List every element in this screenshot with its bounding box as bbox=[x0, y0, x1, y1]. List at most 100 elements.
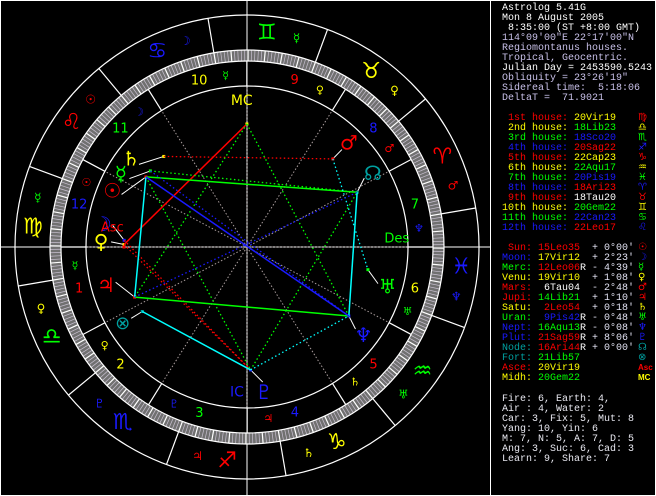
info-panel: Astrolog 5.41G Mon 8 August 2005 8:35:00 … bbox=[502, 0, 656, 496]
sign-ruler-icon: ☿ bbox=[293, 31, 300, 45]
mc-glyph-icon: MC bbox=[638, 373, 651, 382]
house-cusp-line bbox=[388, 158, 412, 172]
house-number: 10 bbox=[191, 73, 208, 88]
house-ruler-icon: ♃ bbox=[263, 412, 273, 425]
aspect-line-sextile bbox=[250, 315, 350, 371]
astrolog-window: ♈ ♂ ♉ ♀ ♊ ☿ ♋ ☽ ♌ ☉ ♍ ☿ ♎ ♀ ♏ ♇ ♐ ♃ ♑ ♄ ♒ ♅ ♓ ♆ 1 ☿ 2 ♀ 3 ♇ 4 ♃ 5 ♄ 6 ♅ 7 ♆ 8 ♂… bbox=[0, 0, 656, 496]
sign-ruler-icon: ☉ bbox=[85, 93, 96, 107]
house-row: 12th house: 22Leo17 ♌ bbox=[502, 223, 656, 234]
house-cusp-guide bbox=[161, 246, 248, 384]
house-number: 11 bbox=[112, 122, 129, 137]
retrograde-marker: R bbox=[580, 263, 587, 274]
house-ruler-icon: ♆ bbox=[414, 222, 424, 235]
house-ruler-icon: ☿ bbox=[72, 259, 79, 272]
sign-ruler-icon: ♇ bbox=[94, 396, 105, 410]
sign-ruler-icon: ♀ bbox=[37, 302, 46, 316]
aspect-line-sextile bbox=[133, 176, 147, 298]
ascendant-label: Asc bbox=[101, 221, 124, 236]
planet-connector bbox=[115, 281, 135, 298]
house-number: 3 bbox=[195, 406, 203, 421]
sign-ruler-icon: ♂ bbox=[448, 178, 459, 192]
imum-coeli-label: IC bbox=[230, 385, 244, 401]
aspect-line-square bbox=[123, 123, 248, 246]
house-ruler-icon: ☿ bbox=[222, 69, 229, 82]
sign-boundary bbox=[29, 165, 63, 180]
house-cusp-guide bbox=[104, 246, 248, 324]
aspect-line-sextile bbox=[332, 158, 369, 270]
sign-vir-icon: ♍ bbox=[23, 215, 43, 240]
sign-lib-icon: ♎ bbox=[42, 324, 62, 349]
sign-gem-icon: ♊ bbox=[257, 20, 277, 45]
asc-point bbox=[122, 245, 126, 249]
sign-ruler-icon: ☿ bbox=[34, 190, 41, 204]
house-cusp-line bbox=[331, 88, 347, 111]
house-cusp-value: 22Leo17 bbox=[574, 223, 617, 234]
fortune-icon: ⊗ bbox=[115, 313, 130, 334]
sign-boundary bbox=[165, 431, 180, 465]
house-ruler-icon: ♄ bbox=[350, 376, 360, 389]
uranus-icon: ♅ bbox=[379, 274, 397, 298]
sign-tau-icon: ♉ bbox=[361, 59, 381, 84]
aspect-line-trine bbox=[250, 191, 358, 371]
sign-pis-icon: ♓ bbox=[451, 254, 471, 279]
planet-label: Midh: bbox=[502, 373, 533, 384]
jupiter-icon: ♃ bbox=[97, 273, 115, 297]
sign-sco-icon: ♏ bbox=[113, 410, 133, 435]
house-cusp-line bbox=[147, 89, 163, 111]
sign-boundary bbox=[314, 29, 329, 63]
house-label: 12th house: bbox=[501, 223, 568, 234]
sign-ruler-icon: ♅ bbox=[398, 387, 409, 401]
house-cusp-line bbox=[331, 383, 347, 405]
retrograde-marker: R bbox=[580, 343, 587, 354]
panel-divider bbox=[490, 0, 491, 496]
pluto-icon: ♇ bbox=[255, 380, 273, 404]
sign-boundary bbox=[372, 398, 396, 426]
sign-ruler-icon: ♀ bbox=[390, 84, 399, 98]
sign-sag-icon: ♐ bbox=[217, 449, 237, 474]
house-number: 8 bbox=[369, 121, 377, 136]
house-number: 6 bbox=[411, 281, 419, 296]
sign-boundary bbox=[98, 68, 122, 96]
aspect-line-square bbox=[163, 155, 333, 160]
house-number: 2 bbox=[116, 358, 124, 373]
planet-connector bbox=[130, 311, 143, 319]
house-cusp-guide bbox=[246, 246, 333, 384]
aspect-line-square bbox=[123, 244, 252, 371]
mars-icon: ♂ bbox=[340, 130, 358, 154]
house-cusp-line bbox=[147, 383, 163, 406]
planet-row: Midh: 20Gem22 MC bbox=[502, 373, 656, 384]
sign-boundary bbox=[441, 207, 476, 215]
aspect-line-sextile bbox=[141, 310, 251, 371]
house-number: 4 bbox=[291, 406, 299, 421]
sign-boundary bbox=[68, 372, 96, 396]
house-ruler-icon: ☉ bbox=[82, 176, 92, 189]
planet-connector bbox=[138, 155, 164, 165]
saturn-icon: ♄ bbox=[122, 146, 140, 170]
house-ruler-icon: ☽ bbox=[134, 105, 144, 118]
sign-ruler-icon: ♆ bbox=[451, 290, 462, 304]
house-ruler-icon: ♇ bbox=[169, 397, 179, 410]
house-cusp-line bbox=[82, 322, 106, 336]
sign-cap-icon: ♑ bbox=[327, 430, 347, 455]
descendant-label: Des bbox=[384, 232, 409, 247]
info-line: DeltaT = 71.9021 bbox=[502, 93, 605, 104]
chart-wheel: ♈♂♉♀♊ ☿♋ ☽♌☉♍☿♎♀♏♇♐♃♑♄♒♅♓♆1☿2♀3♇4♃5♄6♅7♆8♂… bbox=[0, 0, 490, 496]
aspect-line-sextile bbox=[348, 192, 358, 317]
sign-boundary bbox=[398, 98, 426, 122]
sign-boundary bbox=[207, 18, 215, 53]
sign-leo-icon: ♌ bbox=[62, 110, 82, 135]
house-number: 1 bbox=[75, 281, 83, 296]
aspect-line-trine bbox=[134, 296, 349, 317]
fortune-glyph-icon: ⊗ bbox=[638, 352, 647, 363]
planet-connector bbox=[367, 269, 379, 284]
sign-aqu-icon: ♒ bbox=[413, 359, 433, 384]
house-ruler-icon: ♅ bbox=[403, 305, 413, 318]
house-number: 9 bbox=[290, 73, 298, 88]
house-ruler-icon: ♀ bbox=[101, 339, 109, 352]
node-icon: ☊ bbox=[364, 161, 382, 185]
sign-ari-icon: ♈ bbox=[432, 145, 452, 170]
house-cusp-guide bbox=[246, 110, 333, 248]
house-ruler-icon: ♀ bbox=[316, 84, 324, 97]
neptune-icon: ♆ bbox=[354, 323, 372, 347]
latitude-value: + 0°00' bbox=[592, 343, 635, 354]
